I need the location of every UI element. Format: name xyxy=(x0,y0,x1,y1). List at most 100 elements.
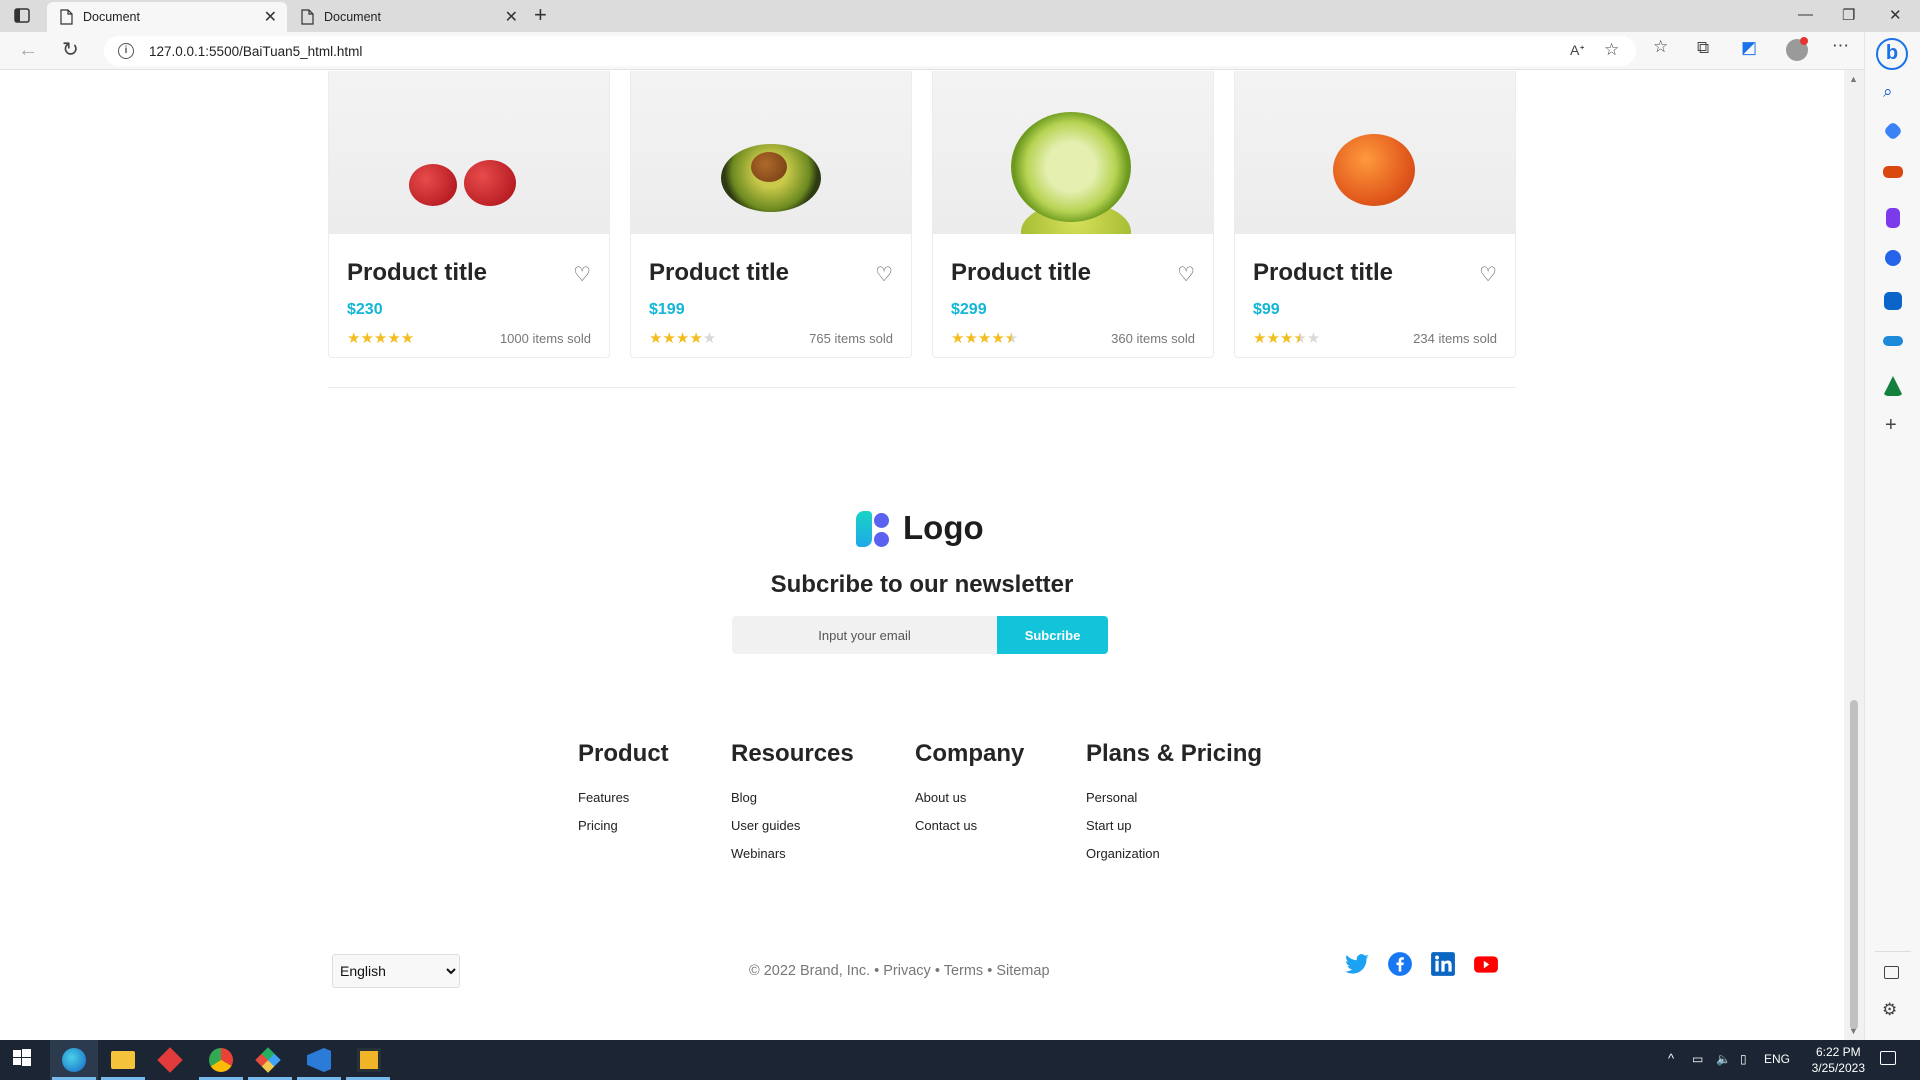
favorite-heart-icon[interactable]: ♡ xyxy=(1177,262,1195,287)
tree-icon[interactable] xyxy=(1883,376,1903,396)
search-icon[interactable]: ⌕ xyxy=(1883,82,1893,102)
scroll-down-icon[interactable]: ▼ xyxy=(1849,1026,1858,1036)
minimize-icon[interactable]: — xyxy=(1798,6,1813,23)
rating-stars: ★★★★★ xyxy=(347,330,415,347)
product-title[interactable]: Product title xyxy=(951,259,1091,287)
add-favorite-icon[interactable]: ☆ xyxy=(1604,40,1619,60)
site-info-icon[interactable]: i xyxy=(118,43,134,59)
scrollbar-thumb[interactable] xyxy=(1850,700,1858,1030)
send-icon[interactable] xyxy=(1883,336,1903,346)
footer-link-webinars[interactable]: Webinars xyxy=(731,846,854,874)
edge-browser-icon[interactable] xyxy=(62,1048,86,1072)
outlook-icon[interactable] xyxy=(1884,292,1902,310)
battery-icon[interactable]: ▯ xyxy=(1740,1052,1747,1066)
product-title[interactable]: Product title xyxy=(1253,259,1393,287)
collections-icon[interactable]: ⧉ xyxy=(1697,38,1709,58)
shopping-icon[interactable] xyxy=(1883,121,1903,141)
sourcetree-icon[interactable] xyxy=(255,1047,281,1073)
close-tab-icon[interactable]: ✕ xyxy=(264,7,277,27)
refresh-icon[interactable]: ↻ xyxy=(62,37,79,62)
settings-gear-icon[interactable]: ⚙ xyxy=(1882,1000,1897,1020)
favorite-heart-icon[interactable]: ♡ xyxy=(875,262,893,287)
favorite-heart-icon[interactable]: ♡ xyxy=(1479,262,1497,287)
microsoft365-icon[interactable] xyxy=(1885,250,1901,266)
restore-icon[interactable]: ❐ xyxy=(1842,6,1855,24)
footer-link-user-guides[interactable]: User guides xyxy=(731,818,854,846)
footer-link-pricing[interactable]: Pricing xyxy=(578,818,669,846)
footer-column-product: Product Features Pricing xyxy=(578,740,669,846)
footer-link-contact-us[interactable]: Contact us xyxy=(915,818,1024,846)
footer-logo[interactable]: Logo xyxy=(856,507,986,557)
product-card[interactable]: Product title ♡ $199 ★★★★★ 765 items sol… xyxy=(630,71,912,358)
tools-icon[interactable] xyxy=(1883,166,1903,178)
page-scrollbar[interactable]: ▲ ▼ xyxy=(1844,70,1864,1040)
git-icon[interactable] xyxy=(157,1047,183,1073)
logo-text: Logo xyxy=(903,509,984,546)
new-tab-icon[interactable]: + xyxy=(534,4,547,26)
favorites-icon[interactable]: ☆ xyxy=(1653,37,1668,57)
product-title[interactable]: Product title xyxy=(649,259,789,287)
notification-center-icon[interactable] xyxy=(1880,1051,1896,1065)
product-price: $199 xyxy=(649,301,685,318)
clock-date: 3/25/2023 xyxy=(1811,1061,1865,1075)
items-sold: 234 items sold xyxy=(1413,331,1497,346)
rating-stars: ★★★★★ xyxy=(649,330,717,347)
input-language[interactable]: ENG xyxy=(1764,1052,1790,1066)
read-aloud-icon[interactable]: Aᐩ xyxy=(1570,42,1585,59)
network-icon[interactable]: ▭ xyxy=(1692,1052,1703,1066)
back-icon[interactable]: ← xyxy=(18,39,38,62)
youtube-icon[interactable] xyxy=(1473,951,1499,977)
product-image-orange xyxy=(1235,71,1515,234)
footer-link-start-up[interactable]: Start up xyxy=(1086,818,1262,846)
tab-strip: Document ✕ Document ✕ + — ❐ ✕ xyxy=(0,0,1920,32)
footer-link-features[interactable]: Features xyxy=(578,790,669,818)
language-select[interactable]: English xyxy=(332,954,460,988)
page-icon xyxy=(300,9,314,25)
address-bar[interactable]: i 127.0.0.1:5500/BaiTuan5_html.html Aᐩ ☆ xyxy=(104,36,1636,66)
email-input[interactable] xyxy=(732,616,997,654)
volume-icon[interactable]: 🔈 xyxy=(1716,1052,1731,1066)
add-sidebar-icon[interactable]: + xyxy=(1885,414,1897,437)
footer-link-personal[interactable]: Personal xyxy=(1086,790,1262,818)
footer-link-blog[interactable]: Blog xyxy=(731,790,854,818)
tab-document[interactable]: Document ✕ xyxy=(288,2,528,32)
product-card[interactable]: Product title ♡ $99 ★★★★★ 234 items sold xyxy=(1234,71,1516,358)
more-menu-icon[interactable]: ⋯ xyxy=(1832,36,1849,56)
terms-link[interactable]: Terms xyxy=(944,963,983,979)
product-card[interactable]: Product title ♡ $299 ★★★★★ 360 items sol… xyxy=(932,71,1214,358)
favorite-heart-icon[interactable]: ♡ xyxy=(573,262,591,287)
profile-avatar[interactable] xyxy=(1786,37,1808,61)
twitter-icon[interactable] xyxy=(1344,951,1370,977)
product-card[interactable]: Product title ♡ $230 ★★★★★ 1000 items so… xyxy=(328,71,610,358)
product-image-avocado xyxy=(631,71,911,234)
subscribe-button[interactable]: Subcribe xyxy=(997,616,1108,654)
logo-mark xyxy=(856,511,872,547)
sidebar-divider xyxy=(1875,951,1911,952)
close-window-icon[interactable]: ✕ xyxy=(1889,6,1902,24)
app-icon[interactable] xyxy=(357,1048,381,1072)
privacy-link[interactable]: Privacy xyxy=(883,963,931,979)
footer-link-organization[interactable]: Organization xyxy=(1086,846,1262,874)
tab-document-active[interactable]: Document ✕ xyxy=(47,2,287,32)
product-title[interactable]: Product title xyxy=(347,259,487,287)
footer-link-about-us[interactable]: About us xyxy=(915,790,1024,818)
games-icon[interactable] xyxy=(1886,208,1900,228)
close-tab-icon[interactable]: ✕ xyxy=(505,7,518,27)
browser-essentials-icon[interactable]: ◩ xyxy=(1741,38,1757,58)
show-hidden-icons[interactable]: ^ xyxy=(1668,1051,1674,1066)
hide-sidebar-icon[interactable] xyxy=(1884,966,1899,979)
vscode-icon[interactable] xyxy=(307,1048,331,1072)
windows-start-icon[interactable] xyxy=(12,1048,36,1072)
items-sold: 765 items sold xyxy=(809,331,893,346)
linkedin-icon[interactable] xyxy=(1430,951,1456,977)
tab-actions-icon[interactable] xyxy=(12,7,34,25)
scroll-up-icon[interactable]: ▲ xyxy=(1849,74,1858,84)
sitemap-link[interactable]: Sitemap xyxy=(996,963,1049,979)
file-explorer-icon[interactable] xyxy=(111,1051,135,1069)
system-clock[interactable]: 6:22 PM 3/25/2023 xyxy=(1812,1044,1865,1076)
chrome-icon[interactable] xyxy=(209,1048,233,1072)
windows-taskbar: ^ ▭ 🔈 ▯ ENG 6:22 PM 3/25/2023 xyxy=(0,1040,1920,1080)
facebook-icon[interactable] xyxy=(1387,951,1413,977)
clock-time: 6:22 PM xyxy=(1815,1045,1861,1059)
bing-icon[interactable]: b xyxy=(1876,38,1908,70)
